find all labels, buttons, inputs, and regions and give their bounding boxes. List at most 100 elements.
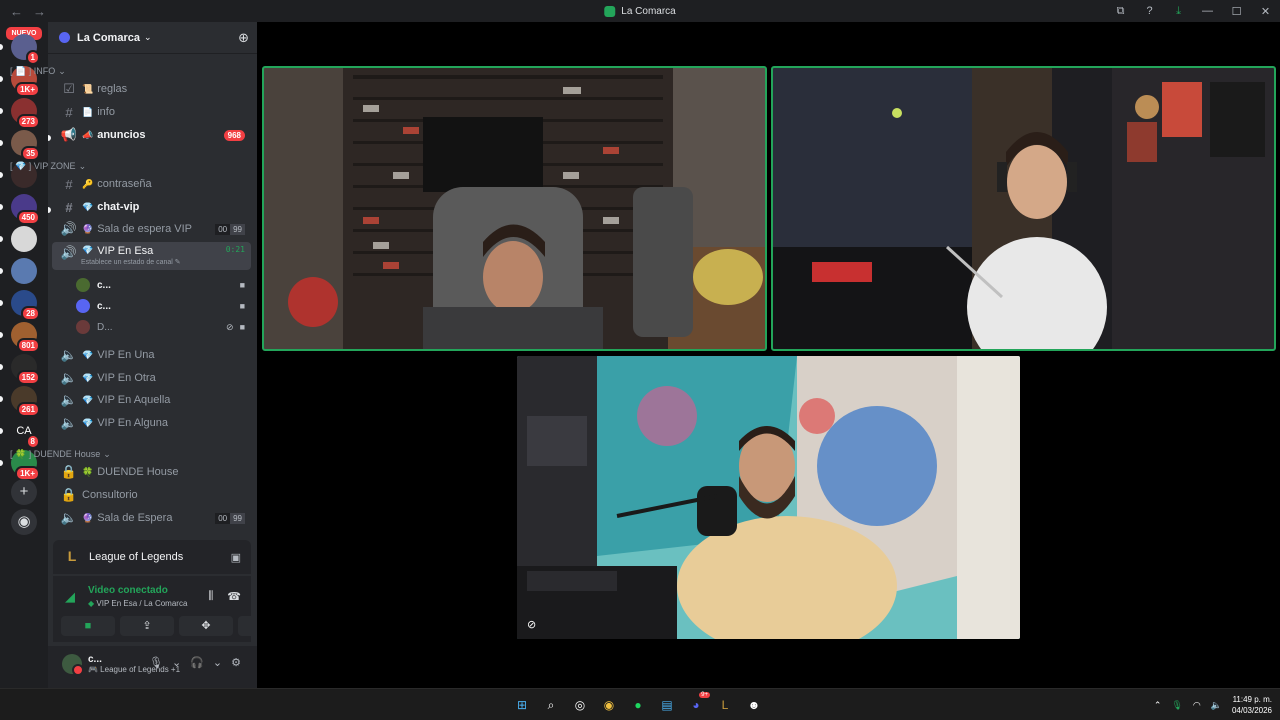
add-server-button[interactable]: + [11, 479, 37, 505]
notepad-icon[interactable]: ▤ [657, 695, 677, 715]
channel-chat-vip[interactable]: # 💎 chat-vip [52, 197, 251, 217]
username[interactable]: c... [88, 654, 102, 665]
forward-arrow-icon[interactable]: → [33, 4, 46, 19]
server-icon[interactable]: 450 [11, 194, 40, 225]
key-icon: 🔑 [82, 178, 94, 189]
category-duende[interactable]: [ 🍀 ] DUENDE House ⌄ [10, 449, 111, 460]
server-icon[interactable]: 273 [11, 98, 40, 129]
channel-reglas[interactable]: ☑ 📜 reglas [52, 79, 251, 99]
mic-options-chevron-icon[interactable]: ⌄ [172, 656, 181, 669]
video-tile-1[interactable] [262, 66, 767, 351]
server-icon[interactable] [11, 226, 37, 252]
page-icon: 📄 [82, 106, 94, 117]
server-icon[interactable]: 801 [11, 322, 40, 353]
diamond-icon: 💎 [82, 349, 94, 360]
category-info[interactable]: [ 📄 ] INFO ⌄ [10, 66, 66, 77]
voice-user[interactable]: c... ■ [76, 296, 251, 316]
back-arrow-icon[interactable]: ← [10, 4, 23, 19]
search-icon[interactable]: ⌕ [541, 695, 561, 715]
channel-label: contraseña [97, 178, 152, 190]
hash-icon: # [65, 104, 73, 120]
channel-sala-de-espera[interactable]: 🔈 🔮 Sala de Espera 00 99 [52, 508, 251, 528]
channel-label: Sala de Espera [97, 512, 173, 524]
server-icon[interactable]: 152 [11, 354, 40, 385]
voice-server-name: La Comarca [143, 599, 188, 608]
channel-status[interactable]: Establece un estado de canal ✎ [81, 258, 181, 266]
help-icon[interactable]: ? [1135, 5, 1164, 17]
signal-icon[interactable]: ◢ [65, 589, 75, 605]
maximize-button[interactable]: ☐ [1222, 5, 1251, 18]
download-icon[interactable]: ⤓ [1164, 5, 1193, 18]
close-button[interactable]: ✕ [1251, 5, 1280, 18]
channel-anuncios[interactable]: 📢 📣 anuncios 968 [52, 125, 251, 145]
start-icon[interactable]: ⊞ [512, 695, 532, 715]
noise-suppression-icon[interactable]: ⫼ [208, 590, 213, 603]
explore-button[interactable]: ◉ [11, 509, 37, 535]
minimize-button[interactable]: — [1193, 5, 1222, 17]
server-icon[interactable] [11, 258, 37, 284]
channel-vip-en-una[interactable]: 🔈 💎 VIP En Una [52, 345, 251, 365]
hash-icon: # [65, 199, 73, 215]
user-panel: c... 🎮 League of Legends +1 🎙 ⌄ 🎧 ⌄ ⚙ [48, 646, 257, 688]
guild-header[interactable]: La Comarca ⌄ ⊕ [48, 22, 257, 54]
camera-button[interactable]: ■ [61, 616, 115, 636]
channel-duende-house[interactable]: 🔒 🍀 DUENDE House [52, 462, 251, 482]
channel-label: DUENDE House [97, 466, 179, 478]
unread-pill [0, 172, 3, 178]
discord-icon[interactable]: ◕ 9+ [686, 692, 710, 715]
camera-icon: ■ [239, 301, 245, 311]
mention-badge: 450 [16, 210, 40, 225]
video-tile-2[interactable] [771, 66, 1276, 351]
headphones-icon[interactable]: 🎧 [190, 656, 204, 669]
channel-info[interactable]: # 📄 info [52, 102, 251, 122]
server-icon[interactable]: 28 [11, 290, 40, 321]
tray-chevron-icon[interactable]: ⌃ [1154, 700, 1162, 711]
audio-options-chevron-icon[interactable]: ⌄ [213, 656, 222, 669]
voice-status[interactable]: Video conectado [88, 585, 168, 596]
channel-vip-en-otra[interactable]: 🔈 💎 VIP En Otra [52, 368, 251, 388]
clock[interactable]: 11:49 p. m. 04/03/2026 [1232, 694, 1272, 716]
mention-badge: 35 [21, 146, 40, 161]
screen-share-button[interactable]: ⇪ [120, 616, 174, 636]
channel-vip-en-alguna[interactable]: 🔈 💎 VIP En Alguna [52, 413, 251, 433]
voice-location[interactable]: ◆ VIP En Esa / La Comarca [88, 599, 187, 608]
server-icon[interactable]: 35 [11, 130, 40, 161]
app-icon[interactable]: ☻ [744, 695, 764, 715]
channel-label: chat-vip [97, 201, 140, 213]
settings-gear-icon[interactable]: ⚙ [231, 656, 241, 669]
voice-user[interactable]: D... ⊘ ■ [76, 317, 251, 337]
invite-icon[interactable]: ⊕ [238, 30, 249, 46]
video-tile-3[interactable]: ⊘ [517, 356, 1020, 639]
channel-vip-en-esa[interactable]: 🔊 💎 VIP En Esa 0:21 Establece un estado … [52, 242, 251, 270]
inbox-icon[interactable]: ⧉ [1106, 5, 1135, 18]
unread-pill [0, 300, 3, 306]
disconnect-icon[interactable]: ☎ [227, 590, 241, 603]
server-icon[interactable]: CA 8 [11, 418, 40, 449]
speaker-icon: 🔈 [60, 392, 78, 407]
avatar[interactable] [62, 654, 84, 676]
voice-user-status: ■ [240, 280, 245, 290]
activity-panel[interactable]: L League of Legends ▣ [53, 540, 251, 574]
spotify-icon[interactable]: ● [628, 695, 648, 715]
channel-consultorio[interactable]: 🔒 Consultorio [52, 485, 251, 505]
volume-icon[interactable]: 🔈 [1211, 700, 1222, 711]
server-icon[interactable]: 261 [11, 386, 40, 417]
activity-screen-icon[interactable]: ▣ [231, 551, 241, 564]
league-icon[interactable]: L [715, 695, 735, 715]
wifi-icon[interactable]: ◠ [1193, 700, 1201, 711]
mic-tray-icon[interactable]: 🎙 [1171, 700, 1182, 711]
chrome-icon[interactable]: ◉ [599, 695, 619, 715]
channel-contrasena[interactable]: # 🔑 contraseña [52, 174, 251, 194]
scroll-icon: 📜 [82, 83, 94, 94]
microphone-icon[interactable]: 🎙 [149, 656, 163, 669]
activities-button[interactable]: ✥ [179, 616, 233, 636]
browser-icon[interactable]: ◎ [570, 695, 590, 715]
channel-sala-espera-vip[interactable]: 🔊 🔮 Sala de espera VIP 00 99 [52, 219, 251, 239]
avatar [76, 320, 90, 334]
category-vip[interactable]: [ 💎 ] VIP ZONE ⌄ [10, 161, 86, 172]
channel-label: VIP En Otra [97, 372, 156, 384]
channel-vip-en-aquella[interactable]: 🔈 💎 VIP En Aquella [52, 390, 251, 410]
voice-user[interactable]: c... ■ [76, 275, 251, 295]
chevron-down-icon: ⌄ [143, 32, 152, 42]
server-icon[interactable]: 1 [11, 34, 40, 65]
